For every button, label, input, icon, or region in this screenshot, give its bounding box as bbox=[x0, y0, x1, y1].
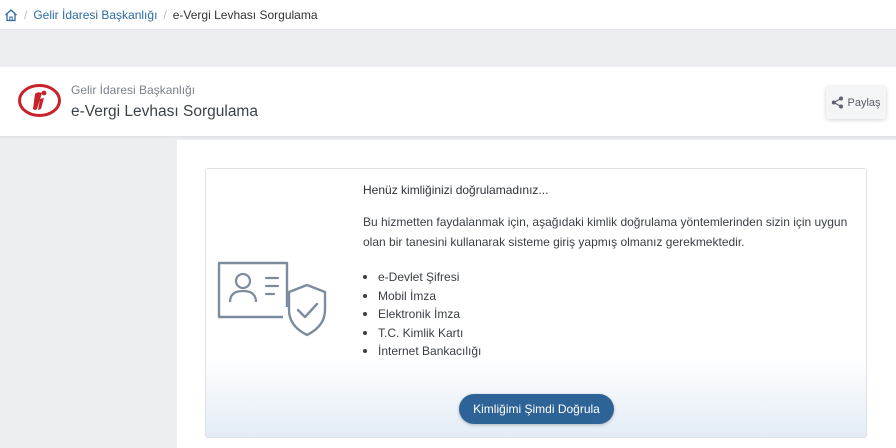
id-card-shield-icon bbox=[217, 259, 329, 339]
breadcrumb-link-gib[interactable]: Gelir İdaresi Başkanlığı bbox=[33, 8, 157, 22]
auth-method-item: İnternet Bankacılığı bbox=[363, 342, 481, 361]
page-header: Gelir İdaresi Başkanlığı e-Vergi Levhası… bbox=[0, 67, 896, 137]
breadcrumb-separator: / bbox=[24, 7, 28, 22]
left-sidebar bbox=[0, 138, 175, 448]
auth-notice-box: Henüz kimliğinizi doğrulamadınız... Bu h… bbox=[205, 168, 867, 438]
auth-method-item: Elektronik İmza bbox=[363, 305, 481, 324]
header-subtitle: Gelir İdaresi Başkanlığı bbox=[71, 83, 196, 97]
gib-logo-icon[interactable] bbox=[18, 84, 61, 117]
auth-method-list: e-Devlet Şifresi Mobil İmza Elektronik İ… bbox=[363, 268, 481, 361]
breadcrumb-current: e-Vergi Levhası Sorgulama bbox=[172, 7, 318, 22]
share-button[interactable]: Paylaş bbox=[826, 86, 886, 119]
breadcrumb-separator: / bbox=[163, 7, 167, 22]
auth-description: Bu hizmetten faydalanmak için, aşağıdaki… bbox=[363, 215, 848, 249]
auth-method-item: e-Devlet Şifresi bbox=[363, 268, 481, 287]
auth-method-item: Mobil İmza bbox=[363, 287, 481, 306]
auth-heading: Henüz kimliğinizi doğrulamadınız... bbox=[363, 183, 549, 197]
home-icon[interactable] bbox=[4, 8, 18, 22]
share-icon bbox=[831, 96, 844, 109]
breadcrumb: / Gelir İdaresi Başkanlığı / e-Vergi Lev… bbox=[0, 0, 896, 30]
spacer-band bbox=[0, 31, 896, 67]
share-label: Paylaş bbox=[847, 96, 881, 109]
page-title: e-Vergi Levhası Sorgulama bbox=[71, 103, 258, 120]
verify-identity-button[interactable]: Kimliğimi Şimdi Doğrula bbox=[459, 394, 614, 424]
auth-method-item: T.C. Kimlik Kartı bbox=[363, 324, 481, 343]
